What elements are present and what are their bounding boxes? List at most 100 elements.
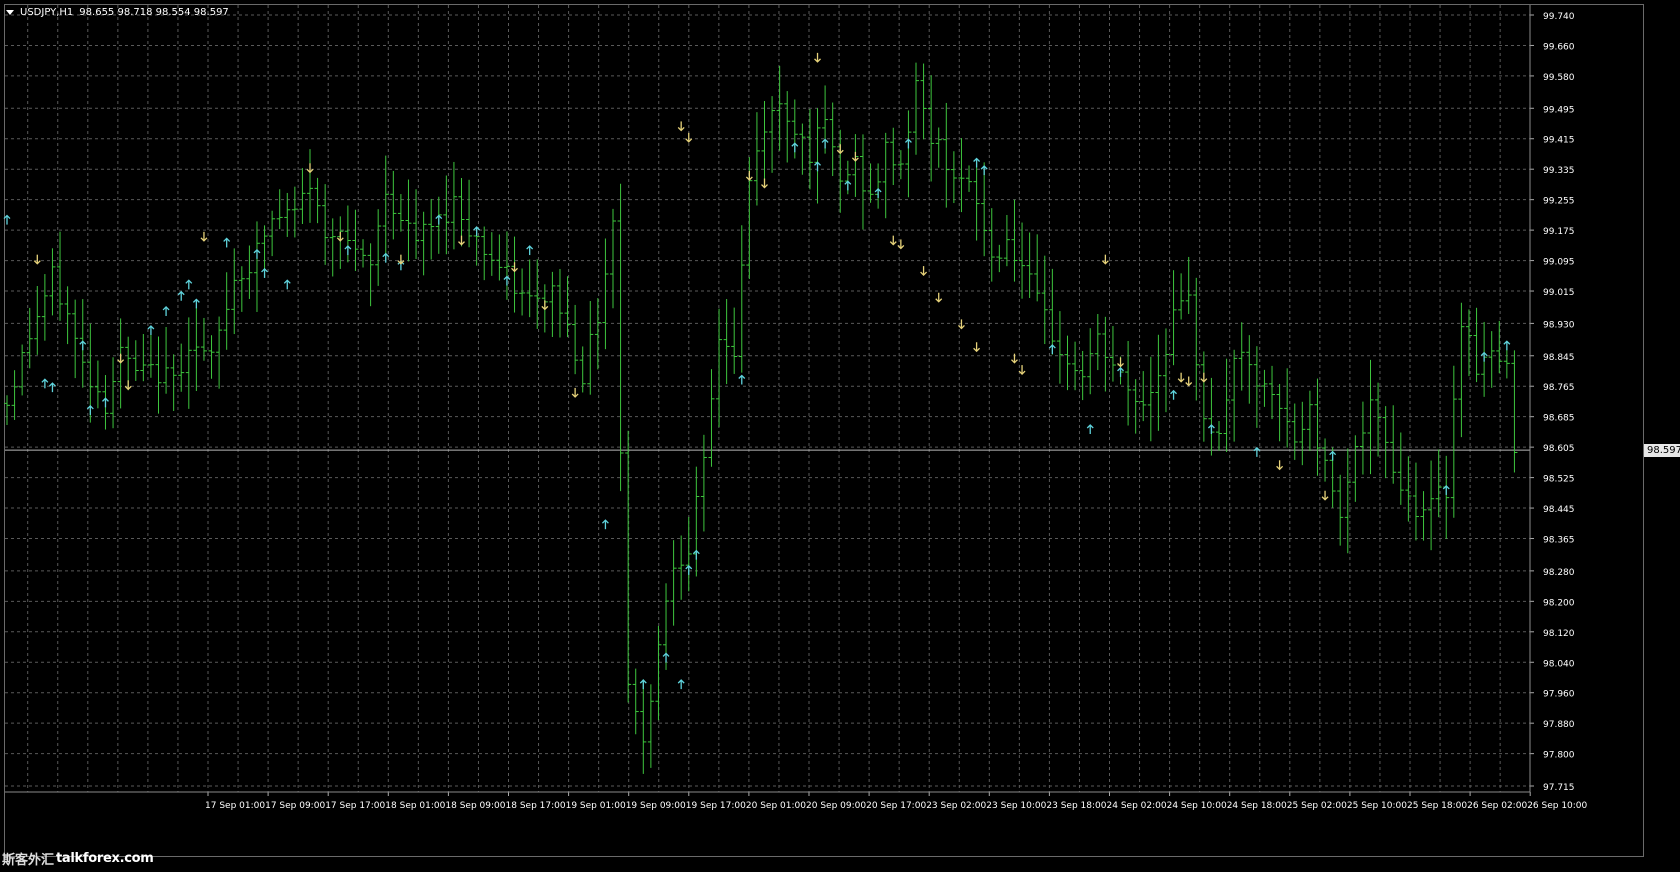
y-tick-label: 99.335: [1543, 166, 1575, 176]
up-arrow-icon: [1086, 424, 1094, 435]
up-arrow-icon: [79, 340, 87, 351]
y-tick-label: 98.845: [1543, 353, 1575, 363]
ohlc-bar: [1125, 340, 1132, 426]
down-arrow-icon: [1276, 460, 1284, 471]
up-arrow-icon: [639, 679, 647, 690]
ohlc-bar: [716, 308, 723, 428]
ohlc-bar: [738, 225, 745, 373]
ohlc-bar: [147, 335, 154, 378]
ohlc-bar: [511, 236, 518, 313]
ohlc-bar: [950, 151, 957, 204]
y-tick-label: 99.740: [1543, 12, 1575, 22]
price-axis: 99.740 99.660 99.580 99.495 99.415 99.335 99.2…: [1529, 5, 1575, 793]
watermark-url: talkforex.com: [56, 850, 154, 866]
up-arrow-icon: [223, 237, 231, 248]
x-tick-label: 20 Sep 17:00: [866, 801, 926, 811]
x-tick-label: 26 Sep 10:00: [1527, 801, 1587, 811]
ohlc-bar: [594, 298, 601, 370]
x-tick-label: 19 Sep 17:00: [686, 801, 746, 811]
y-tick-label: 98.685: [1543, 414, 1575, 424]
ohlc-bar: [488, 232, 495, 276]
x-tick-label: 17 Sep 09:00: [265, 801, 325, 811]
ohlc-bar: [640, 679, 647, 774]
ohlc-bar: [806, 109, 813, 190]
ohlc-bar: [1503, 349, 1510, 379]
x-tick-label: 17 Sep 01:00: [205, 801, 265, 811]
x-tick-label: 17 Sep 17:00: [325, 801, 385, 811]
y-tick-label: 97.880: [1543, 720, 1575, 730]
down-arrow-icon: [761, 178, 768, 189]
y-tick-label: 98.365: [1543, 536, 1575, 546]
up-arrow-icon: [102, 397, 109, 408]
ohlc-bar: [1003, 214, 1010, 267]
ohlc-bar: [72, 299, 79, 379]
ohlc-bar: [1079, 350, 1086, 401]
up-arrow-icon: [1442, 485, 1450, 495]
y-tick-label: 99.495: [1543, 105, 1575, 115]
ohlc-bar: [1041, 255, 1048, 345]
ohlc-bar: [859, 134, 866, 230]
up-arrow-icon: [48, 382, 56, 393]
ohlc-bar: [155, 336, 162, 414]
ohlc-bar: [761, 101, 768, 180]
ohlc-bar: [647, 684, 654, 768]
up-arrow-icon: [821, 138, 829, 149]
ohlc-bar: [556, 268, 563, 338]
up-arrow-icon: [1503, 340, 1511, 351]
y-tick-label: 97.800: [1543, 751, 1575, 761]
y-tick-label: 99.660: [1543, 42, 1575, 52]
ohlc-bar: [1306, 390, 1313, 452]
ohlc-bar: [170, 354, 177, 411]
ohlc-bar: [784, 91, 791, 163]
ohlc-bar: [1412, 462, 1419, 541]
ohlc-bar: [935, 127, 942, 168]
ohlc-bar: [1496, 320, 1503, 374]
ohlc-bar: [587, 300, 594, 395]
down-arrow-icon: [1117, 357, 1124, 368]
ohlc-bar: [1011, 199, 1018, 282]
ohlc-bar: [678, 535, 685, 600]
y-tick-label: 99.095: [1543, 258, 1575, 268]
x-tick-label: 19 Sep 09:00: [626, 801, 686, 811]
y-tick-label: 99.415: [1543, 136, 1575, 146]
ohlc-bar: [708, 369, 715, 467]
chevron-down-icon[interactable]: [6, 9, 14, 15]
ohlc-bar: [216, 316, 223, 389]
ohlc-bar: [610, 208, 616, 309]
y-tick-label: 98.040: [1543, 659, 1575, 669]
ohlc-bar: [519, 268, 526, 316]
ohlc-bar: [11, 370, 18, 420]
x-tick-label: 20 Sep 01:00: [746, 801, 806, 811]
y-tick-label: 99.015: [1543, 288, 1575, 298]
up-arrow-icon: [874, 188, 882, 198]
up-arrow-icon: [1253, 446, 1261, 457]
ohlc-bar: [1450, 365, 1457, 518]
ohlc-bar: [981, 162, 988, 257]
watermark: 斯客外汇 talkforex.com: [2, 847, 154, 869]
down-arrow-icon: [1011, 353, 1018, 364]
up-arrow-icon: [3, 214, 11, 225]
ohlc-bar: [572, 304, 579, 375]
ohlc-bar: [723, 298, 730, 385]
ohlc-bar: [549, 271, 556, 337]
ohlc-bar: [534, 259, 541, 329]
ohlc-bar: [314, 177, 321, 224]
up-arrow-icon: [261, 267, 269, 278]
ohlc-bar: [837, 129, 844, 213]
price-chart[interactable]: 99.740 99.660 99.580 99.495 99.415 99.335 99.2…: [0, 0, 1680, 872]
y-tick-label: 97.715: [1543, 783, 1575, 793]
grid-lines: [5, 5, 1530, 792]
ohlc-bar: [1261, 369, 1268, 407]
down-arrow-icon: [117, 353, 125, 364]
down-arrow-icon: [571, 387, 579, 398]
down-arrow-icon: [33, 254, 41, 265]
ohlc-bar: [352, 209, 359, 271]
up-arrow-icon: [791, 142, 799, 153]
chart-window[interactable]: 99.740 99.660 99.580 99.495 99.415 99.335 99.2…: [0, 0, 1680, 872]
down-arrow-icon: [1177, 372, 1185, 383]
ohlc-bar: [829, 102, 836, 177]
ohlc-bar: [291, 186, 298, 238]
up-arrow-icon: [677, 679, 685, 690]
ohlc-bar: [1200, 351, 1207, 442]
ohlc-bar: [1231, 349, 1238, 442]
